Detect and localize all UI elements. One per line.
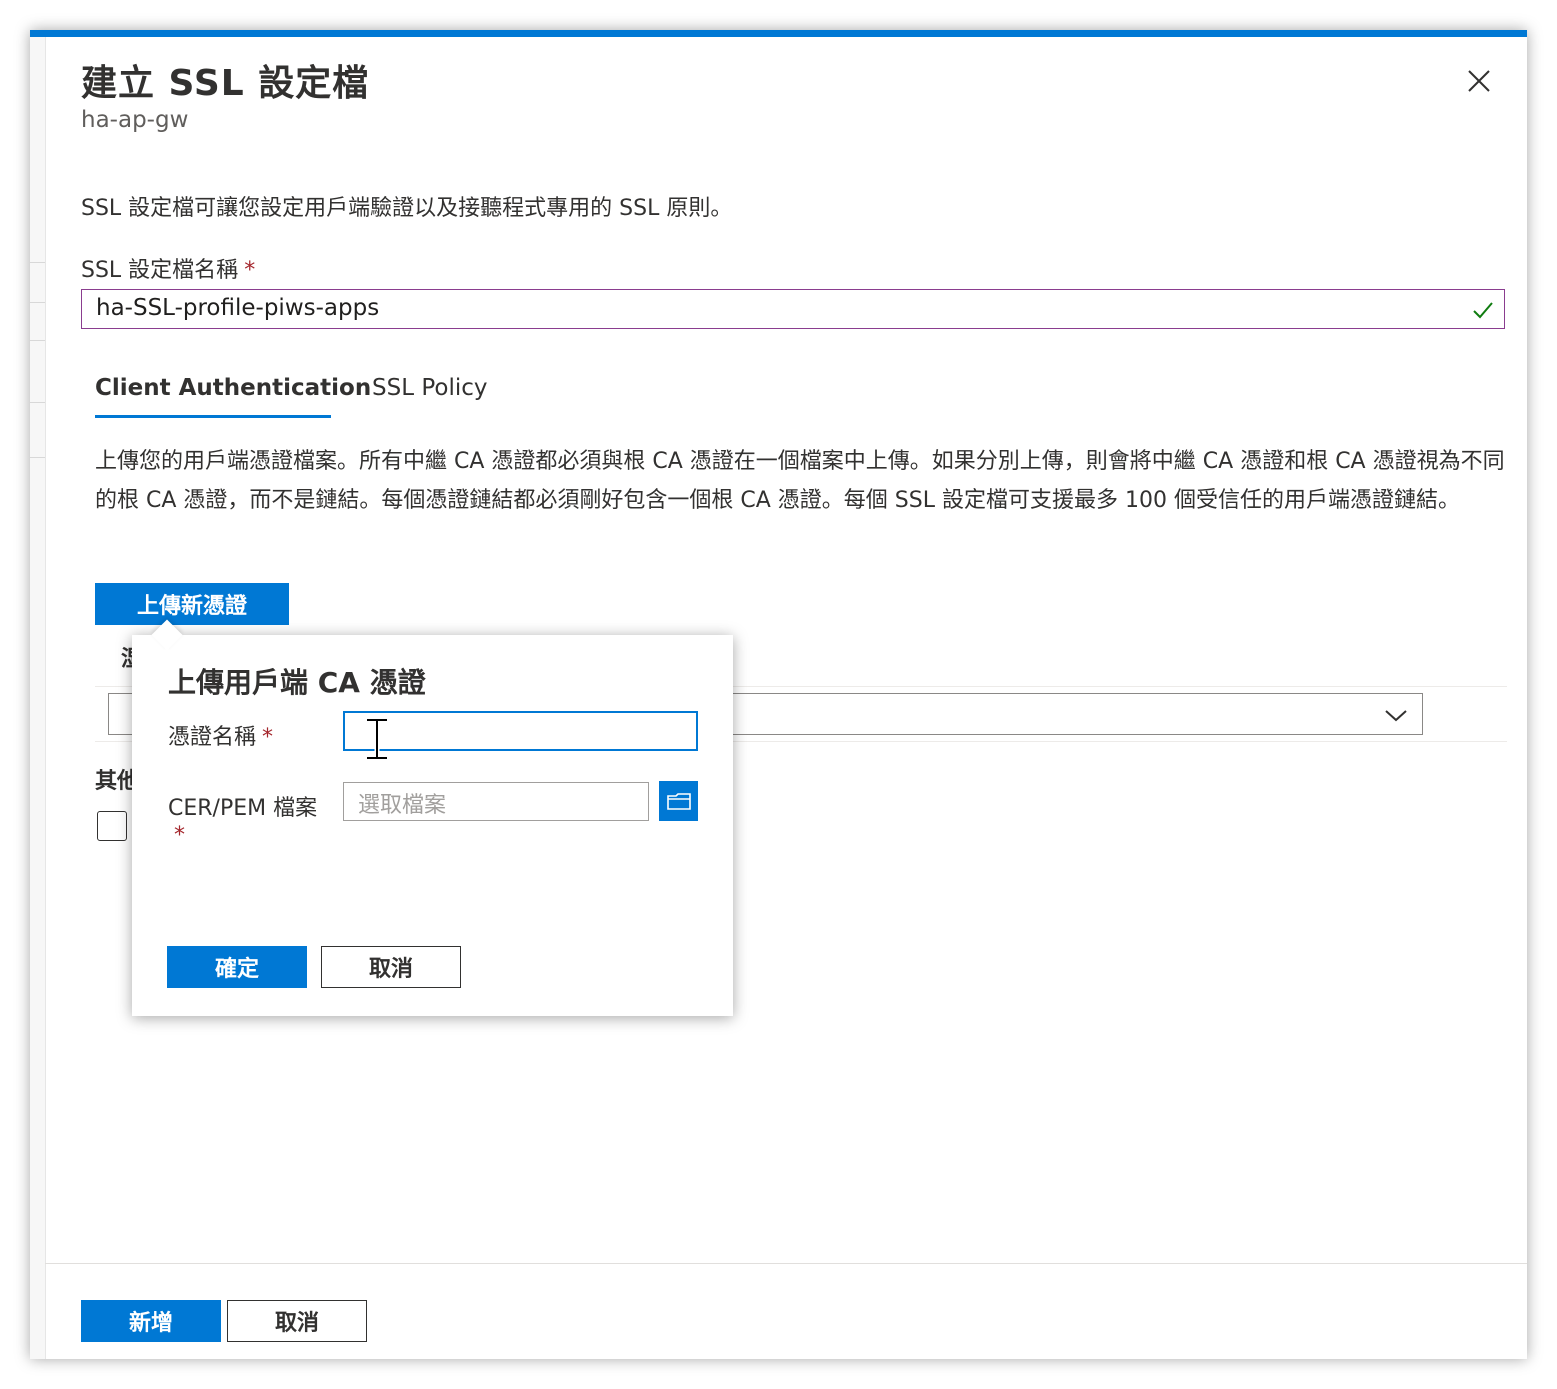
profile-name-input[interactable]: ha-SSL-profile-piws-apps bbox=[81, 289, 1505, 329]
top-accent-bar bbox=[30, 30, 1527, 37]
upload-new-certificate-button[interactable]: 上傳新憑證 bbox=[95, 583, 289, 625]
profile-name-label-text: SSL 設定檔名稱 bbox=[81, 258, 239, 283]
callout-cancel-button[interactable]: 取消 bbox=[321, 946, 461, 988]
panel-title: 建立 SSL 設定檔 bbox=[81, 63, 370, 104]
cert-name-label-text: 憑證名稱 bbox=[168, 725, 257, 750]
callout-title: 上傳用戶端 CA 憑證 bbox=[168, 666, 426, 699]
other-settings-checkbox[interactable] bbox=[97, 811, 127, 841]
browse-file-button[interactable] bbox=[659, 781, 698, 821]
active-tab-indicator bbox=[95, 415, 331, 418]
cancel-button[interactable]: 取消 bbox=[227, 1300, 367, 1342]
profile-name-label: SSL 設定檔名稱 * bbox=[81, 252, 255, 284]
create-ssl-profile-panel: 建立 SSL 設定檔 ha-ap-gw SSL 設定檔可讓您設定用戶端驗證以及接… bbox=[30, 30, 1527, 1359]
upload-ca-certificate-callout: 上傳用戶端 CA 憑證 憑證名稱 * CER/PEM 檔案 * 選取檔案 確定 取… bbox=[132, 619, 733, 1016]
folder-icon bbox=[666, 793, 691, 810]
panel-description: SSL 設定檔可讓您設定用戶端驗證以及接聽程式專用的 SSL 原則。 bbox=[81, 196, 733, 221]
file-label: CER/PEM 檔案 bbox=[168, 796, 318, 821]
footer-divider bbox=[45, 1263, 1527, 1264]
close-icon bbox=[1468, 70, 1490, 92]
close-button[interactable] bbox=[1462, 64, 1496, 98]
checkmark-icon bbox=[1473, 302, 1493, 319]
client-auth-description: 上傳您的用戶端憑證檔案。所有中繼 CA 憑證都必須與根 CA 憑證在一個檔案中上… bbox=[95, 449, 1505, 513]
ok-button[interactable]: 確定 bbox=[167, 946, 307, 988]
file-path-input[interactable]: 選取檔案 bbox=[343, 782, 649, 821]
profile-name-value: ha-SSL-profile-piws-apps bbox=[96, 295, 380, 321]
required-marker: * bbox=[174, 823, 185, 848]
required-marker: * bbox=[244, 258, 256, 283]
background-page-strip bbox=[30, 37, 46, 1359]
tab-ssl-policy[interactable]: SSL Policy bbox=[372, 375, 487, 401]
cert-name-input[interactable] bbox=[343, 711, 698, 761]
required-marker: * bbox=[262, 725, 274, 750]
tab-client-authentication[interactable]: Client Authentication bbox=[95, 375, 371, 401]
chevron-down-icon bbox=[1385, 710, 1407, 722]
file-placeholder: 選取檔案 bbox=[358, 793, 447, 818]
panel-subtitle: ha-ap-gw bbox=[81, 107, 189, 133]
add-button[interactable]: 新增 bbox=[81, 1300, 221, 1342]
cert-name-label: 憑證名稱 * bbox=[168, 719, 273, 751]
text-cursor-icon bbox=[367, 717, 387, 761]
